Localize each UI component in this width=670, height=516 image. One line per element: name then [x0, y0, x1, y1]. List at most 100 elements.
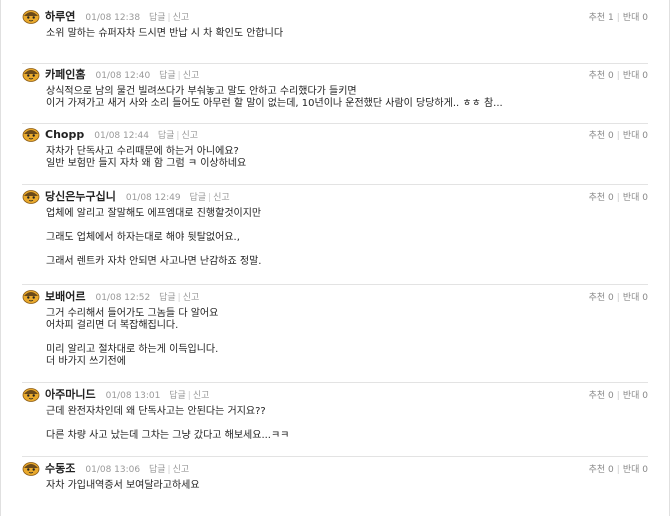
recommend-count[interactable]: 추천 0	[589, 193, 614, 203]
comment-meta: 01/08 12:52 답글 | 신고	[95, 290, 199, 303]
comment-text-line: 근데 완전자차인데 왜 단독사고는 안된다는 거지요??	[46, 406, 266, 417]
author-nickname[interactable]: 하루연	[45, 8, 75, 24]
comment-datetime: 01/08 12:52	[95, 292, 151, 303]
vote-counts: 추천 0 | 반대 0	[589, 190, 648, 203]
oppose-count[interactable]: 반대 0	[623, 465, 648, 475]
comment-text-line: 그래서 렌트카 자차 안되면 사고나면 난감하죠 정말.	[46, 256, 262, 267]
comment-meta: 01/08 13:06 답글 | 신고	[85, 462, 189, 475]
report-link[interactable]: 신고	[193, 391, 210, 401]
comment-datetime: 01/08 13:01	[105, 390, 161, 401]
reply-link[interactable]: 답글	[189, 193, 206, 203]
report-link[interactable]: 신고	[183, 71, 200, 81]
helmet-face-icon	[22, 460, 40, 476]
helmet-face-icon	[22, 8, 40, 24]
reply-link[interactable]: 답글	[159, 71, 176, 81]
recommend-count[interactable]: 추천 0	[589, 71, 614, 81]
author-nickname[interactable]: 카페인홈	[45, 66, 85, 82]
meta-separator: |	[176, 130, 180, 141]
vote-separator: |	[616, 391, 620, 401]
author-nickname[interactable]: 아주마니드	[45, 386, 96, 402]
comment-text-line: 소위 말하는 슈퍼자차 드시면 반납 시 차 확인도 안합니다	[46, 28, 284, 39]
author-nickname[interactable]: 수동조	[45, 460, 75, 476]
comment-text-line: 자차가 단독사고 수리때문에 하는거 아니에요?	[46, 146, 239, 157]
comment-text-line: 업체에 알리고 잘말해도 에프엠대로 진행할것이지만	[46, 208, 262, 219]
reply-link[interactable]: 답글	[159, 293, 176, 303]
vote-separator: |	[616, 71, 620, 81]
meta-separator: |	[177, 292, 181, 303]
comment-header: 아주마니드 01/08 13:01 답글 | 신고 추천 0 | 반대 0	[22, 386, 648, 402]
vote-separator: |	[616, 131, 620, 141]
vote-counts: 추천 1 | 반대 0	[589, 10, 648, 23]
helmet-face-icon	[22, 188, 40, 204]
vote-counts: 추천 0 | 반대 0	[589, 128, 648, 141]
reply-link[interactable]: 답글	[158, 131, 175, 141]
comment-datetime: 01/08 13:06	[85, 464, 141, 475]
report-link[interactable]: 신고	[173, 13, 190, 23]
oppose-count[interactable]: 반대 0	[623, 193, 648, 203]
author-nickname[interactable]: 보배어르	[45, 288, 85, 304]
oppose-count[interactable]: 반대 0	[623, 13, 648, 23]
comment-datetime: 01/08 12:40	[95, 70, 151, 81]
vote-counts: 추천 0 | 반대 0	[589, 290, 648, 303]
comment-header: 카페인홈 01/08 12:40 답글 | 신고 추천 0 | 반대 0	[22, 66, 648, 82]
vote-separator: |	[616, 13, 620, 23]
vote-counts: 추천 0 | 반대 0	[589, 68, 648, 81]
comment-body: 소위 말하는 슈퍼자차 드시면 반납 시 차 확인도 안합니다	[46, 28, 648, 40]
reply-link[interactable]: 답글	[169, 391, 186, 401]
meta-separator: |	[208, 192, 212, 203]
vote-separator: |	[616, 193, 620, 203]
comment-datetime: 01/08 12:49	[125, 192, 181, 203]
author-nickname[interactable]: 당신은누구십니	[45, 188, 116, 204]
report-link[interactable]: 신고	[181, 131, 198, 141]
report-link[interactable]: 신고	[183, 293, 200, 303]
comment-header: 수동조 01/08 13:06 답글 | 신고 추천 0 | 반대 0	[22, 460, 648, 476]
recommend-count[interactable]: 추천 1	[589, 13, 614, 23]
helmet-face-icon	[22, 66, 40, 82]
reply-link[interactable]: 답글	[149, 13, 166, 23]
comment-body: 자차 가입내역증서 보여달라고하세요	[46, 480, 648, 492]
recommend-count[interactable]: 추천 0	[589, 465, 614, 475]
meta-separator: |	[177, 70, 181, 81]
report-link[interactable]: 신고	[213, 193, 230, 203]
comment-header: Chopp 01/08 12:44 답글 | 신고 추천 0 | 반대 0	[22, 126, 648, 142]
comment-header: 당신은누구십니 01/08 12:49 답글 | 신고 추천 0 | 반대 0	[22, 188, 648, 204]
comment-item: 하루연 01/08 12:38 답글 | 신고 추천 1 | 반대 0 소위 말하는 슈…	[22, 8, 648, 64]
comment-list: 하루연 01/08 12:38 답글 | 신고 추천 1 | 반대 0 소위 말하는 슈…	[0, 0, 670, 516]
comment-text-line: 이거 가져가고 새거 사와 소리 들어도 아무런 할 말이 없는데, 10년이나…	[46, 98, 503, 109]
helmet-face-icon	[22, 386, 40, 402]
comment-header: 하루연 01/08 12:38 답글 | 신고 추천 1 | 반대 0	[22, 8, 648, 24]
comment-item: 수동조 01/08 13:06 답글 | 신고 추천 0 | 반대 0 자차 가입내역증…	[22, 460, 648, 510]
author-nickname[interactable]: Chopp	[45, 128, 84, 141]
comment-datetime: 01/08 12:44	[94, 130, 149, 141]
comment-text-line: 그래도 업체에서 하자는대로 해야 뒷탈없어요.,	[46, 232, 240, 243]
comment-body: 그거 수리해서 들어가도 그놈들 다 알어요 어차피 걸리면 더 복잡해집니다. 미…	[46, 308, 648, 368]
comment-meta: 01/08 13:01 답글 | 신고	[106, 388, 210, 401]
comment-text-line: 미리 알리고 절차대로 하는게 이득입니다.	[46, 344, 219, 355]
comment-item: 당신은누구십니 01/08 12:49 답글 | 신고 추천 0 | 반대 0 업체에 …	[22, 188, 648, 285]
oppose-count[interactable]: 반대 0	[623, 293, 648, 303]
vote-counts: 추천 0 | 반대 0	[589, 388, 648, 401]
comment-text-line: 다른 차량 사고 났는데 그차는 그냥 갔다고 해보세요...ㅋㅋ	[46, 430, 290, 441]
comment-body: 상식적으로 남의 물건 빌려쓰다가 부숴놓고 말도 안하고 수리했다가 들키면 이…	[46, 86, 648, 110]
comment-text-line: 상식적으로 남의 물건 빌려쓰다가 부숴놓고 말도 안하고 수리했다가 들키면	[46, 86, 357, 97]
comment-meta: 01/08 12:38 답글 | 신고	[85, 10, 189, 23]
recommend-count[interactable]: 추천 0	[589, 391, 614, 401]
comment-text-line: 더 바가지 쓰기전에	[46, 356, 126, 367]
helmet-face-icon	[22, 288, 40, 304]
comment-text-line: 자차 가입내역증서 보여달라고하세요	[46, 480, 200, 491]
oppose-count[interactable]: 반대 0	[623, 391, 648, 401]
recommend-count[interactable]: 추천 0	[589, 131, 614, 141]
comment-text-line: 그거 수리해서 들어가도 그놈들 다 알어요	[46, 308, 219, 319]
comment-text-line: 어차피 걸리면 더 복잡해집니다.	[46, 320, 179, 331]
oppose-count[interactable]: 반대 0	[623, 71, 648, 81]
meta-separator: |	[187, 390, 191, 401]
comment-meta: 01/08 12:49 답글 | 신고	[126, 190, 230, 203]
recommend-count[interactable]: 추천 0	[589, 293, 614, 303]
report-link[interactable]: 신고	[173, 465, 190, 475]
oppose-count[interactable]: 반대 0	[623, 131, 648, 141]
reply-link[interactable]: 답글	[149, 465, 166, 475]
vote-separator: |	[616, 465, 620, 475]
comment-body: 근데 완전자차인데 왜 단독사고는 안된다는 거지요?? 다른 차량 사고 났는데…	[46, 406, 648, 442]
comment-item: 카페인홈 01/08 12:40 답글 | 신고 추천 0 | 반대 0 상식적으로 남…	[22, 66, 648, 124]
